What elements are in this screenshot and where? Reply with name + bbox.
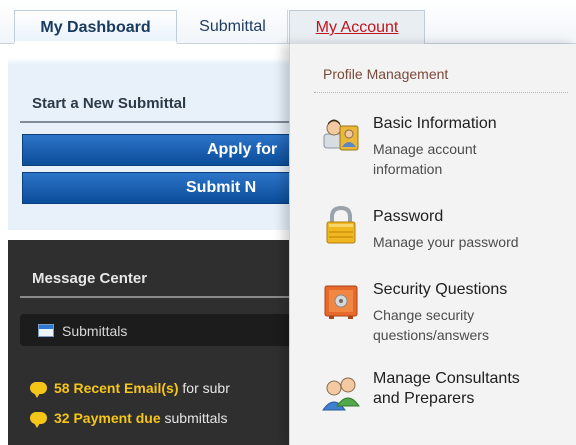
tab-my-account-label: My Account [315, 19, 399, 36]
menu-item-title[interactable]: Security Questions [373, 281, 507, 299]
menu-item-title[interactable]: Password [373, 208, 443, 226]
menu-item-description: Change security [373, 307, 475, 323]
divider [20, 121, 298, 123]
apply-button[interactable]: Apply for [22, 134, 298, 166]
message-recent-emails[interactable]: 58 Recent Email(s) for subr [30, 380, 230, 399]
message-payment-due[interactable]: 32 Payment due submittals [30, 410, 228, 429]
divider [20, 296, 298, 298]
tab-my-dashboard[interactable]: My Dashboard [14, 10, 177, 44]
menu-item-manage-consultants[interactable]: Manage Consultants and Preparers [290, 368, 576, 428]
panel-top-strip [8, 58, 298, 64]
tab-submittal[interactable]: Submittal [178, 10, 288, 44]
padlock-icon [326, 205, 356, 244]
users-group-icon [322, 377, 360, 411]
submit-button[interactable]: Submit N [22, 172, 298, 204]
menu-item-description: information [373, 161, 443, 177]
menu-item-description: Manage your password [373, 234, 519, 250]
message-count[interactable]: 58 Recent Email(s) [54, 380, 179, 396]
tab-bar: My Dashboard Submittal My Account [0, 0, 576, 44]
menu-item-description: questions/answers [373, 327, 489, 343]
user-profile-icon [323, 119, 359, 151]
message-text: for subr [178, 380, 230, 396]
tab-my-account[interactable]: My Account [289, 10, 425, 44]
message-text: submittals [160, 410, 228, 426]
safe-icon [324, 285, 358, 319]
menu-header: Profile Management [323, 66, 449, 82]
start-submittal-title: Start a New Submittal [32, 95, 187, 112]
message-count[interactable]: 32 Payment due [54, 410, 161, 426]
window-icon [38, 324, 54, 337]
submittals-label[interactable]: Submittals [62, 323, 127, 339]
menu-item-title-line2[interactable]: and Preparers [373, 390, 474, 408]
my-account-dropdown-menu: Profile Management Basic Information Man… [289, 44, 576, 445]
menu-item-basic-information[interactable]: Basic Information Manage account informa… [290, 110, 576, 190]
message-center-title: Message Center [32, 270, 148, 287]
chat-bubble-icon [30, 412, 47, 429]
menu-item-title[interactable]: Manage Consultants [373, 370, 520, 388]
menu-divider [314, 92, 568, 93]
menu-item-password[interactable]: Password Manage your password [290, 202, 576, 262]
menu-item-description: Manage account [373, 141, 477, 157]
chat-bubble-icon [30, 382, 47, 399]
menu-item-title[interactable]: Basic Information [373, 115, 497, 133]
menu-item-security-questions[interactable]: Security Questions Change security quest… [290, 276, 576, 356]
